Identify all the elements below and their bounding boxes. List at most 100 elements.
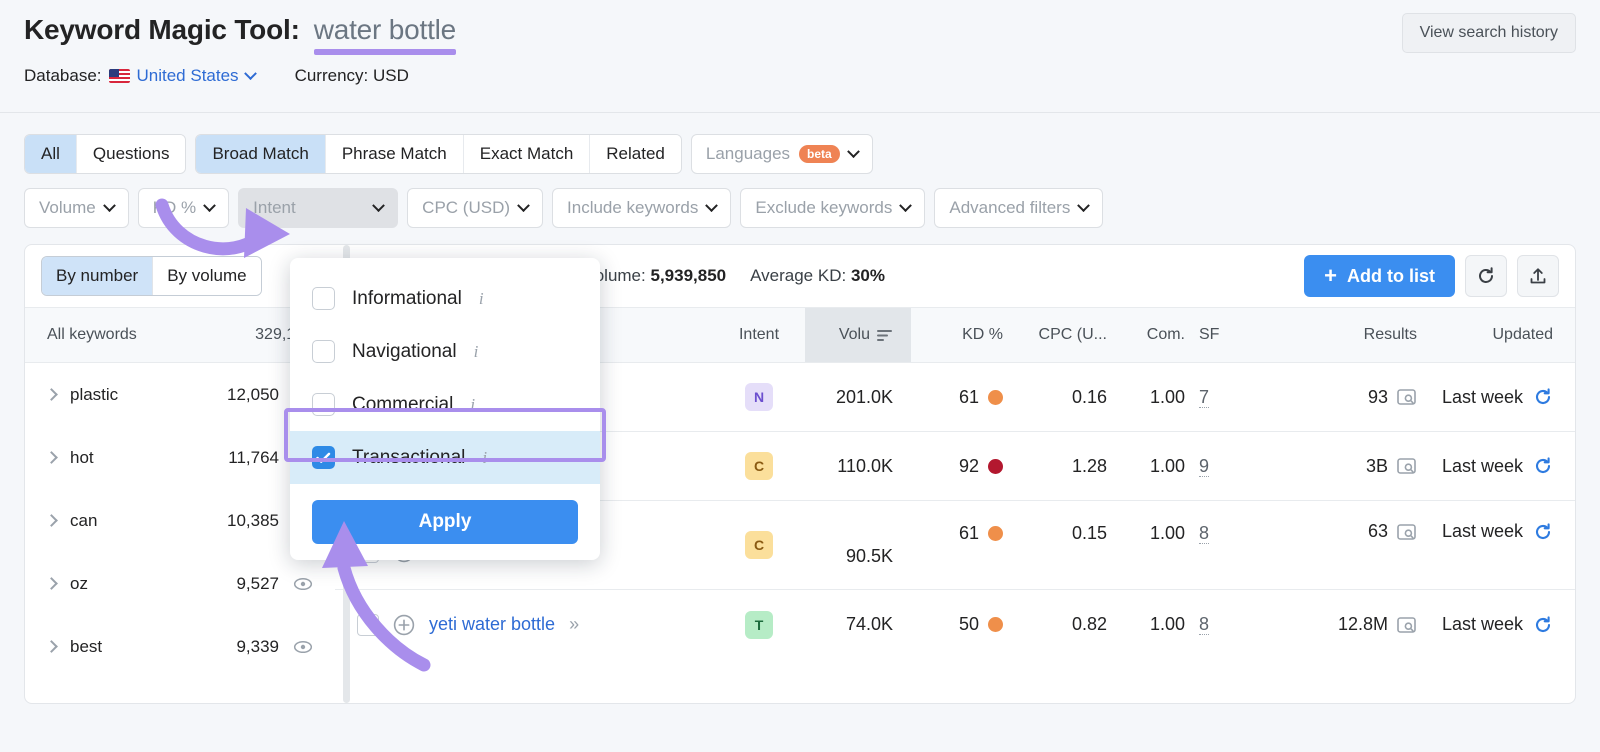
checkbox-checked-icon[interactable] [312,446,335,469]
kd-cell: 61 [911,501,1003,544]
refresh-icon[interactable] [1533,456,1553,476]
kd-cell: 61 [911,387,1003,408]
col-updated[interactable]: Updated [1417,326,1575,344]
include-keywords-filter[interactable]: Include keywords [552,188,731,228]
tab-questions[interactable]: Questions [77,135,186,173]
advanced-filters[interactable]: Advanced filters [934,188,1103,228]
col-volume[interactable]: Volu [805,308,911,362]
results-wrap: 63 [1368,521,1417,542]
kd-dot-icon [988,526,1003,541]
col-cpc[interactable]: CPC (U... [1003,326,1107,344]
info-icon[interactable]: i [474,342,479,362]
intent-option-transactional[interactable]: Transactional i [290,431,600,484]
cpc-cell: 0.15 [1003,501,1107,544]
volume-filter[interactable]: Volume [24,188,129,228]
chevron-down-icon [103,199,116,212]
checkbox-unchecked-icon[interactable] [312,287,335,310]
serp-preview-icon[interactable] [1397,388,1417,406]
intent-option-commercial[interactable]: Commercial i [290,378,600,431]
chevron-right-icon [45,451,58,464]
apply-button[interactable]: Apply [312,500,578,544]
tab-broad-match[interactable]: Broad Match [196,135,325,173]
sidebar-group-can[interactable]: can 10,385 [25,489,335,552]
info-icon[interactable]: i [470,395,475,415]
sf-value: 9 [1199,456,1209,477]
row-checkbox[interactable] [357,614,379,636]
checkbox-unchecked-icon[interactable] [312,393,335,416]
intent-option-navigational[interactable]: Navigational i [290,325,600,378]
view-search-history-button[interactable]: View search history [1402,13,1576,53]
results-cell: 93 [1247,387,1417,408]
languages-filter[interactable]: Languages beta [691,134,873,174]
average-kd-value: 30% [851,266,885,285]
results-value: 12.8M [1338,614,1388,635]
chevron-down-icon [517,199,530,212]
updated-wrap: Last week [1442,387,1553,408]
refresh-icon[interactable] [1533,387,1553,407]
tab-exact-match[interactable]: Exact Match [464,135,591,173]
col-sf[interactable]: SF [1185,326,1247,344]
volume-cell: 110.0K [805,456,911,477]
sidebar-group-oz[interactable]: oz 9,527 [25,552,335,615]
sf-cell: 9 [1185,456,1247,477]
info-icon[interactable]: i [482,448,487,468]
sidebar-group-plastic[interactable]: plastic 12,050 [25,363,335,426]
cpc-filter[interactable]: CPC (USD) [407,188,543,228]
col-results[interactable]: Results [1247,326,1417,344]
sf-value: 7 [1199,387,1209,408]
table-row[interactable]: yeti water bottle » T 74.0K 50 0.82 1.00… [335,590,1575,659]
intent-filter[interactable]: Intent [238,188,398,228]
serp-preview-icon[interactable] [1397,523,1417,541]
col-intent[interactable]: Intent [713,326,805,344]
chevron-down-icon [244,67,257,80]
eye-icon[interactable] [293,637,313,657]
intent-option-informational[interactable]: Informational i [290,272,600,325]
sidebar-group-hot[interactable]: hot 11,764 [25,426,335,489]
intent-filter-label: Intent [253,198,296,218]
keyword-cell: yeti water bottle » [335,614,713,636]
results-wrap: 3B [1366,456,1417,477]
col-kd[interactable]: KD % [911,326,1003,344]
header-divider [0,112,1600,113]
com-cell: 1.00 [1107,614,1185,635]
check-icon [316,452,331,464]
keyword-link[interactable]: yeti water bottle [429,614,555,635]
eye-icon[interactable] [293,574,313,594]
chevron-down-icon [203,199,216,212]
checkbox-unchecked-icon[interactable] [312,340,335,363]
filter-pills-row: Volume KD % Intent CPC (USD) Include key… [24,188,1576,228]
add-keyword-icon[interactable] [393,614,415,636]
database-selector[interactable]: Database: United States [24,66,255,86]
refresh-icon[interactable] [1533,522,1553,542]
sidebar-group-best[interactable]: best 9,339 [25,615,335,678]
updated-value: Last week [1442,614,1523,635]
kd-filter-label: KD % [153,198,196,218]
serp-preview-icon[interactable] [1397,616,1417,634]
export-button[interactable] [1517,255,1559,297]
table-header: All keywords 329,177 Keyword Intent Volu… [25,307,1575,363]
results-value: 63 [1368,521,1388,542]
results-value: 93 [1368,387,1388,408]
add-to-list-button[interactable]: + Add to list [1304,255,1455,297]
expand-chevrons-icon[interactable]: » [569,614,578,635]
intent-cell: C [713,531,805,559]
info-icon[interactable]: i [479,289,484,309]
tab-all[interactable]: All [25,135,77,173]
sort-by-number-button[interactable]: By number [42,257,153,295]
sort-by-volume-button[interactable]: By volume [153,257,260,295]
refresh-button[interactable] [1465,255,1507,297]
sort-mode-group: By number By volume [41,256,262,296]
volume-cell: 74.0K [805,614,911,635]
query-wrap: water bottle [314,14,456,46]
match-group-1: All Questions [24,134,186,174]
group-count: 9,527 [236,574,279,594]
cpc-filter-label: CPC (USD) [422,198,510,218]
tab-phrase-match[interactable]: Phrase Match [326,135,464,173]
tab-related[interactable]: Related [590,135,681,173]
serp-preview-icon[interactable] [1397,457,1417,475]
col-com[interactable]: Com. [1107,326,1185,344]
refresh-icon[interactable] [1533,615,1553,635]
exclude-keywords-filter[interactable]: Exclude keywords [740,188,925,228]
kd-filter[interactable]: KD % [138,188,229,228]
intent-badge: T [745,611,773,639]
